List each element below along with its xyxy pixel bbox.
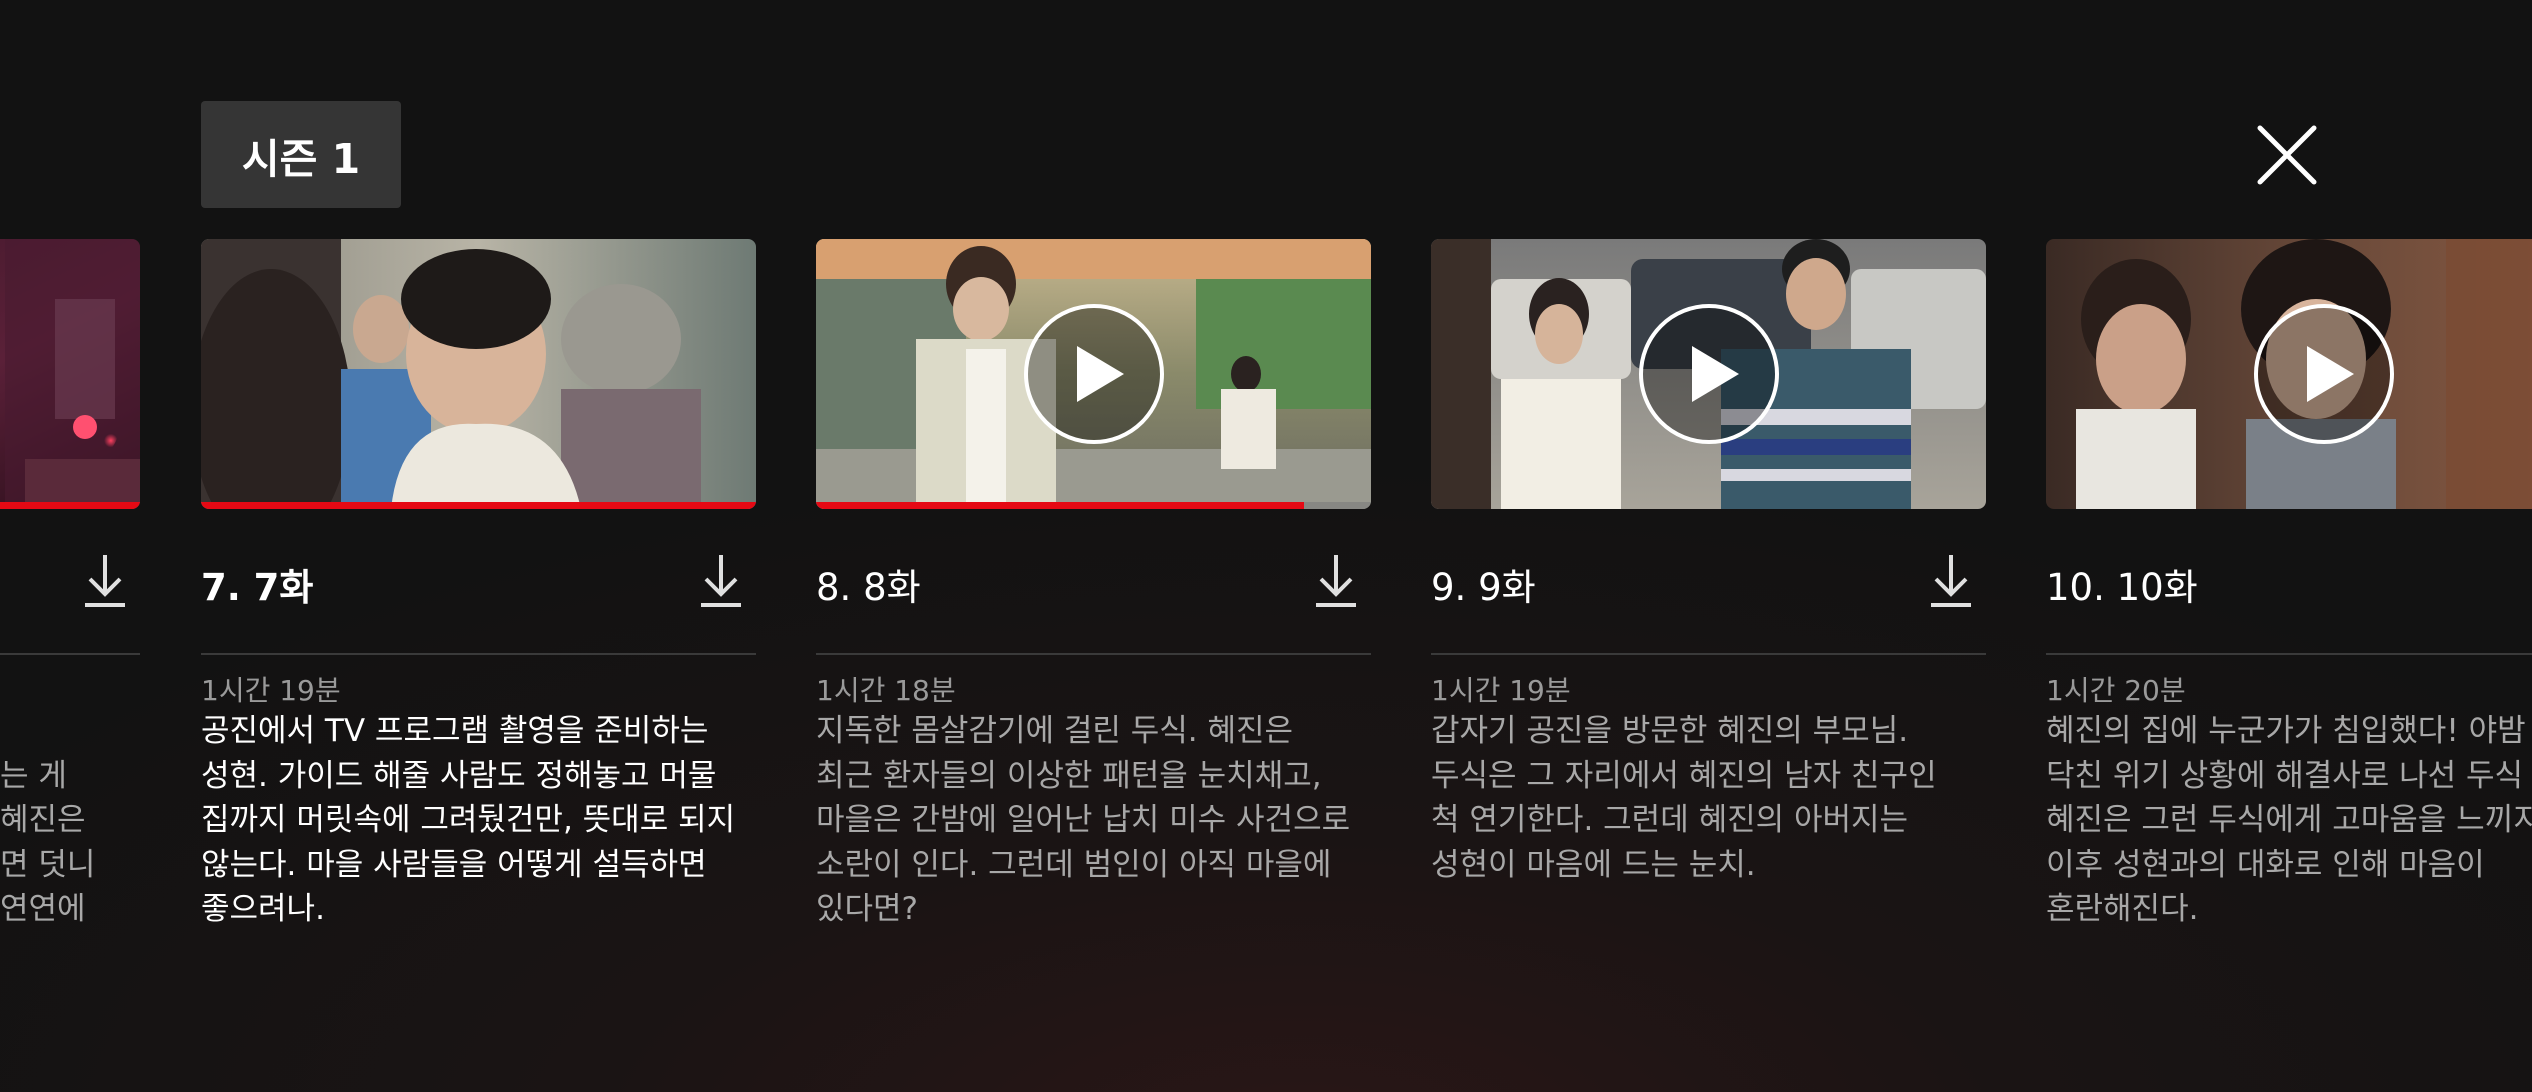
download-icon[interactable] bbox=[1313, 552, 1359, 608]
divider bbox=[2046, 653, 2532, 655]
play-icon[interactable] bbox=[1022, 302, 1166, 446]
season-selector-button[interactable]: 시즌 1 bbox=[201, 101, 401, 208]
episode-card-10[interactable]: 10. 10화 1시간 20분 혜진의 집에 누군가가 침입했다! 야밤 닥친 … bbox=[2046, 239, 2532, 999]
episode-synopsis: 지독한 몸살감기에 걸린 두식. 혜진은 최근 환자들의 이상한 패턴을 눈치채… bbox=[816, 713, 1351, 927]
episode-duration: 1시간 18분 bbox=[816, 674, 956, 707]
download-icon[interactable] bbox=[698, 552, 744, 608]
progress-fill bbox=[0, 502, 140, 509]
episode-thumbnail[interactable] bbox=[1431, 239, 1986, 509]
progress-fill bbox=[201, 502, 756, 509]
episode-duration: 1시간 19분 bbox=[201, 674, 341, 707]
episode-duration: 1시간 20분 bbox=[2046, 674, 2186, 707]
divider bbox=[1431, 653, 1986, 655]
episode-browser: 시즌 1 는 게 혜진은 면 덧니 연연에 7. 7화 1시간 19분 공진에서… bbox=[0, 0, 2532, 1092]
episode-card-9[interactable]: 9. 9화 1시간 19분 갑자기 공진을 방문한 혜진의 부모님. 두식은 그… bbox=[1431, 239, 1986, 999]
episode-title: 9. 9화 bbox=[1431, 566, 1536, 609]
progress-bar bbox=[201, 502, 756, 509]
episode-thumbnail[interactable] bbox=[816, 239, 1371, 509]
episode-still-image bbox=[201, 239, 756, 509]
episode-card-6[interactable]: 는 게 혜진은 면 덧니 연연에 bbox=[0, 239, 140, 999]
episode-duration: 1시간 19분 bbox=[1431, 674, 1571, 707]
close-button[interactable] bbox=[2250, 118, 2324, 192]
divider bbox=[0, 653, 140, 655]
episode-synopsis: 혜진의 집에 누군가가 침입했다! 야밤 닥친 위기 상황에 해결사로 나선 두… bbox=[2046, 713, 2532, 927]
episode-synopsis: 는 게 혜진은 면 덧니 연연에 bbox=[0, 757, 96, 928]
close-icon bbox=[2257, 125, 2317, 185]
episode-title: 10. 10화 bbox=[2046, 566, 2198, 609]
episode-synopsis: 갑자기 공진을 방문한 혜진의 부모님. 두식은 그 자리에서 혜진의 남자 친… bbox=[1431, 713, 1937, 883]
episode-card-7[interactable]: 7. 7화 1시간 19분 공진에서 TV 프로그램 촬영을 준비하는 성현. … bbox=[201, 239, 756, 999]
play-icon[interactable] bbox=[2252, 302, 2396, 446]
progress-bar bbox=[816, 502, 1371, 509]
episode-thumbnail[interactable] bbox=[0, 239, 140, 509]
divider bbox=[201, 653, 756, 655]
episode-title: 8. 8화 bbox=[816, 566, 921, 609]
divider bbox=[816, 653, 1371, 655]
episode-thumbnail[interactable] bbox=[201, 239, 756, 509]
progress-fill bbox=[816, 502, 1305, 509]
episode-thumbnail[interactable] bbox=[2046, 239, 2532, 509]
episode-still-image bbox=[0, 239, 140, 509]
episode-card-8[interactable]: 8. 8화 1시간 18분 지독한 몸살감기에 걸린 두식. 혜진은 최근 환자… bbox=[816, 239, 1371, 999]
play-icon[interactable] bbox=[1637, 302, 1781, 446]
season-selector-label: 시즌 1 bbox=[241, 134, 361, 183]
progress-bar bbox=[0, 502, 140, 509]
download-icon[interactable] bbox=[1928, 552, 1974, 608]
episode-title: 7. 7화 bbox=[201, 566, 314, 609]
download-icon[interactable] bbox=[82, 552, 128, 608]
episode-synopsis: 공진에서 TV 프로그램 촬영을 준비하는 성현. 가이드 해줄 사람도 정해놓… bbox=[201, 713, 736, 927]
